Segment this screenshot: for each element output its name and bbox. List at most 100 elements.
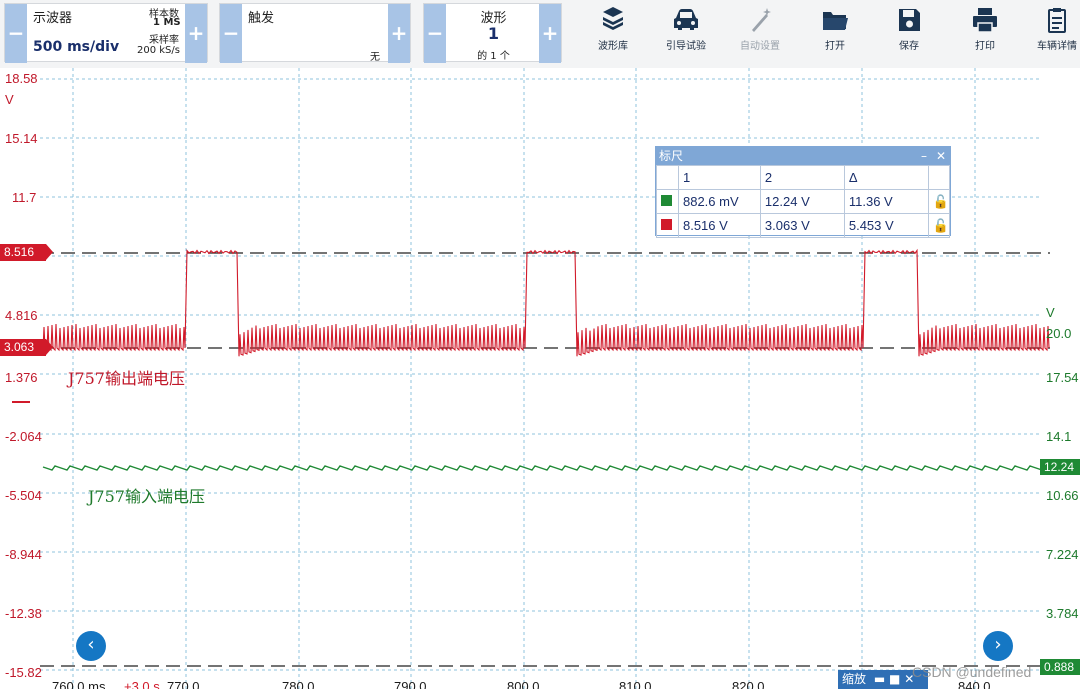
minimize-icon[interactable]: ▬ bbox=[874, 672, 885, 686]
guided-test-label: 引导试验 bbox=[666, 41, 706, 52]
timebase-value[interactable]: 500 ms/div bbox=[33, 39, 119, 55]
ruler-header-cell: 2 bbox=[759, 165, 845, 190]
timebase-increase-button[interactable]: + bbox=[185, 4, 207, 63]
y-tick-label: 4.816 bbox=[5, 308, 38, 323]
zoom-label: 缩放 bbox=[842, 672, 867, 686]
open-label: 打开 bbox=[825, 41, 845, 52]
input-trace-label: J757输入端电压 bbox=[88, 487, 205, 506]
ruler-window[interactable]: 标尺 – ✕ 1 2 Δ 882.6 mV 12.24 V 11.36 V 🔓 bbox=[655, 146, 951, 238]
right-tick-label: 10.66 bbox=[1046, 488, 1079, 503]
waveform-library-label: 波形库 bbox=[598, 41, 628, 52]
unlock-icon[interactable]: 🔓 bbox=[927, 189, 951, 214]
auto-setup-label: 自动设置 bbox=[740, 41, 780, 52]
sample-rate-value: 200 kS/s bbox=[137, 45, 180, 56]
x-tick-label: 840.0 bbox=[958, 679, 991, 689]
waveform-control: − 波形 1 的 1 个 + bbox=[423, 3, 562, 63]
trigger-control: − 触发 无 + bbox=[219, 3, 411, 63]
ruler-header-cell: Δ bbox=[843, 165, 929, 190]
x-tick-label: 790.0 bbox=[394, 679, 427, 689]
waveform-library-button[interactable]: 波形库 bbox=[580, 4, 646, 62]
waveform-library-icon bbox=[603, 7, 623, 30]
left-channel-marker bbox=[12, 401, 30, 403]
y-tick-label: -15.82 bbox=[5, 665, 42, 680]
trigger-decrease-button[interactable]: − bbox=[220, 4, 242, 63]
ruler-value-2: 3.063 V bbox=[759, 213, 845, 238]
right-tick-label: 3.784 bbox=[1046, 606, 1079, 621]
guided-test-button[interactable]: 引导试验 bbox=[653, 4, 719, 62]
oscilloscope-app: − 示波器 500 ms/div 样本数 1 MS 采样率 200 kS/s +… bbox=[0, 0, 1080, 689]
ruler-value-1: 8.516 V bbox=[677, 213, 761, 238]
ruler-header-cell bbox=[927, 165, 951, 190]
trigger-increase-button[interactable]: + bbox=[388, 4, 410, 63]
x-tick-label: 810.0 bbox=[619, 679, 652, 689]
wand-icon bbox=[752, 8, 771, 32]
y-tick-label: 15.14 bbox=[5, 131, 38, 146]
ruler-header-row: 1 2 Δ bbox=[656, 165, 951, 190]
close-icon[interactable]: ✕ bbox=[933, 147, 949, 165]
save-label: 保存 bbox=[899, 41, 919, 52]
y-tick-label: -12.38 bbox=[5, 606, 42, 621]
save-icon bbox=[899, 9, 920, 31]
ruler-color-cell bbox=[656, 213, 679, 238]
trigger-mode[interactable]: 无 bbox=[370, 48, 380, 63]
unlock-icon[interactable]: 🔓 bbox=[927, 213, 951, 238]
plot-area[interactable]: 18.58 V 15.14 11.7 4.816 1.376 -2.064 -5… bbox=[0, 68, 1080, 689]
ruler-delta: 11.36 V bbox=[843, 189, 929, 214]
y-tick-label: -2.064 bbox=[5, 429, 42, 444]
oscilloscope-title: 示波器 bbox=[33, 11, 73, 26]
right-tick-label: 7.224 bbox=[1046, 547, 1079, 562]
y-tick-label: 18.58 bbox=[5, 71, 38, 86]
ruler-title: 标尺 bbox=[659, 149, 684, 163]
ruler-delta: 5.453 V bbox=[843, 213, 929, 238]
y-tick-label: -5.504 bbox=[5, 488, 42, 503]
x-tick-label: 780.0 bbox=[282, 679, 315, 689]
right-tick-label: 14.1 bbox=[1046, 429, 1072, 444]
chevron-left-icon: ‹ bbox=[87, 634, 95, 655]
ruler-title-bar[interactable]: 标尺 – ✕ bbox=[656, 147, 950, 165]
restore-icon[interactable]: ■ bbox=[889, 672, 900, 686]
x-tick-label: 760.0 ms bbox=[52, 679, 106, 689]
right-tick-label: 0.888 bbox=[1040, 659, 1080, 675]
watermark: CSDN @undefined bbox=[912, 664, 1032, 680]
output-voltage-trace bbox=[42, 248, 1050, 357]
vehicle-details-label: 车辆详情 bbox=[1037, 41, 1077, 52]
input-channel-marker[interactable]: 12.24 bbox=[1040, 459, 1080, 475]
clipboard-icon bbox=[1048, 8, 1066, 33]
right-tick-label: 17.54 bbox=[1046, 370, 1079, 385]
timebase-decrease-button[interactable]: − bbox=[5, 4, 27, 63]
x-offset-label: +3.0 s bbox=[124, 679, 160, 689]
x-tick-label: 800.0 bbox=[507, 679, 540, 689]
ruler-header-cell bbox=[656, 165, 679, 190]
auto-setup-button[interactable]: 自动设置 bbox=[727, 4, 793, 62]
right-unit-label: V bbox=[1046, 305, 1055, 320]
trigger-title: 触发 bbox=[248, 11, 275, 26]
x-tick-label: 770.0 bbox=[167, 679, 200, 689]
minimize-icon[interactable]: – bbox=[916, 147, 932, 165]
samples-value: 1 MS bbox=[153, 17, 181, 28]
open-button[interactable]: 打开 bbox=[802, 4, 868, 62]
upper-voltage-marker[interactable]: 8.516 bbox=[0, 244, 53, 261]
print-label: 打印 bbox=[975, 41, 995, 52]
waveform-next-button[interactable]: + bbox=[539, 4, 561, 63]
channel-swatch bbox=[661, 219, 672, 230]
y-tick-label: 11.7 bbox=[12, 190, 37, 205]
scroll-right-button[interactable]: › bbox=[983, 631, 1013, 661]
sample-rate-label: 采样率 bbox=[149, 35, 179, 46]
scroll-left-button[interactable]: ‹ bbox=[76, 631, 106, 661]
save-button[interactable]: 保存 bbox=[876, 4, 942, 62]
ruler-value-2: 12.24 V bbox=[759, 189, 845, 214]
car-icon bbox=[674, 9, 698, 30]
x-tick-label: 820.0 bbox=[732, 679, 765, 689]
y-tick-label: -8.944 bbox=[5, 547, 42, 562]
output-trace-label: J757输出端电压 bbox=[68, 369, 185, 388]
ruler-table: 1 2 Δ 882.6 mV 12.24 V 11.36 V 🔓 8.516 V… bbox=[656, 165, 951, 238]
lower-voltage-marker[interactable]: 3.063 bbox=[0, 339, 53, 356]
folder-icon bbox=[823, 12, 848, 30]
timebase-control: − 示波器 500 ms/div 样本数 1 MS 采样率 200 kS/s + bbox=[4, 3, 208, 63]
ruler-color-cell bbox=[656, 189, 679, 214]
channel-swatch bbox=[661, 195, 672, 206]
vehicle-details-button[interactable]: 车辆详情 bbox=[1024, 4, 1080, 62]
print-icon bbox=[973, 8, 997, 33]
y-tick-label: 1.376 bbox=[5, 370, 38, 385]
print-button[interactable]: 打印 bbox=[952, 4, 1018, 62]
